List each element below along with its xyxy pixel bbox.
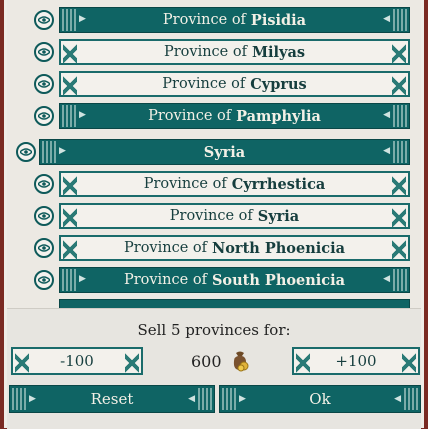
knot-ornament-icon: [392, 74, 406, 96]
eye-icon[interactable]: [34, 106, 54, 126]
province-button[interactable]: Province of Syria: [59, 203, 410, 229]
arrow-right-icon: ▶: [79, 110, 86, 120]
knot-ornament-icon: [12, 388, 26, 410]
knot-ornament-icon: [63, 238, 77, 260]
province-button[interactable]: Province of North Phoenicia: [59, 235, 410, 261]
knot-ornament-icon: [63, 174, 77, 196]
arrow-left-icon: ◀: [188, 394, 195, 404]
province-sale-panel: ▶ Province of Pisidia ◀ Province of Milyas: [4, 0, 424, 429]
province-button[interactable]: Province of Milyas: [59, 39, 410, 65]
eye-icon[interactable]: [34, 174, 54, 194]
arrow-left-icon: ◀: [383, 14, 390, 24]
arrow-right-icon: ▶: [29, 394, 36, 404]
reset-button[interactable]: ▶ Reset ◀: [9, 385, 215, 413]
eye-icon[interactable]: [34, 74, 54, 94]
reset-label: Reset: [90, 390, 134, 408]
list-item: ▶ Syria ◀: [7, 137, 421, 167]
knot-ornament-icon: [62, 105, 76, 127]
arrow-right-icon: ▶: [79, 14, 86, 24]
increase-label: +100: [335, 352, 377, 370]
knot-ornament-icon: [62, 269, 76, 291]
province-button-partial: [59, 299, 410, 308]
eye-icon[interactable]: [16, 142, 36, 162]
province-list[interactable]: ▶ Province of Pisidia ◀ Province of Milyas: [7, 0, 421, 308]
province-prefix: Province of: [162, 12, 246, 28]
eye-icon[interactable]: [34, 10, 54, 30]
province-name: Cyprus: [250, 75, 307, 93]
province-prefix: Province of: [163, 44, 247, 60]
knot-ornament-icon: [198, 388, 212, 410]
province-button[interactable]: ▶ Province of South Phoenicia ◀: [59, 267, 410, 293]
province-prefix: Province of: [162, 76, 246, 92]
arrow-left-icon: ◀: [383, 274, 390, 284]
decrease-label: -100: [60, 352, 94, 370]
province-button[interactable]: Province of Cyrrhestica: [59, 171, 410, 197]
arrow-right-icon: ▶: [59, 146, 66, 156]
province-button[interactable]: ▶ Province of Pisidia ◀: [59, 7, 410, 33]
ok-button[interactable]: ▶ Ok ◀: [219, 385, 421, 413]
list-item: ▶ Province of Pisidia ◀: [7, 5, 421, 35]
arrow-left-icon: ◀: [394, 394, 401, 404]
list-item: Province of North Phoenicia: [7, 233, 421, 263]
eye-icon[interactable]: [34, 238, 54, 258]
province-name: Pisidia: [250, 11, 307, 29]
knot-ornament-icon: [393, 269, 407, 291]
province-name: South Phoenicia: [211, 271, 346, 289]
province-name: Cyrrhestica: [231, 175, 326, 193]
list-item: ▶ Province of Pamphylia ◀: [7, 101, 421, 131]
knot-ornament-icon: [63, 74, 77, 96]
list-item: Province of Syria: [7, 201, 421, 231]
province-prefix: Province of: [124, 240, 207, 256]
list-item: Province of Cyrrhestica: [7, 169, 421, 199]
province-name: Milyas: [251, 43, 306, 61]
knot-ornament-icon: [63, 42, 77, 64]
province-button[interactable]: Province of Cyprus: [59, 71, 410, 97]
sale-price: 600: [191, 349, 252, 373]
province-name: North Phoenicia: [212, 239, 345, 257]
region-name: Syria: [203, 143, 246, 161]
knot-ornament-icon: [296, 351, 310, 373]
arrow-right-icon: ▶: [79, 274, 86, 284]
province-name: Pamphylia: [236, 107, 321, 125]
arrow-left-icon: ◀: [383, 146, 390, 156]
province-prefix: Province of: [169, 208, 253, 224]
eye-icon[interactable]: [34, 42, 54, 62]
sell-controls: Sell 5 provinces for: -100 600 +100 ▶ Re…: [7, 308, 421, 429]
knot-ornament-icon: [393, 105, 407, 127]
list-item: Province of Cyprus: [7, 69, 421, 99]
eye-icon[interactable]: [34, 270, 54, 290]
province-prefix: Province of: [148, 108, 232, 124]
decrease-price-button[interactable]: -100: [11, 347, 143, 375]
sell-label: Sell 5 provinces for:: [137, 321, 291, 339]
knot-ornament-icon: [63, 206, 77, 228]
money-bag-icon: [233, 351, 249, 372]
knot-ornament-icon: [392, 206, 406, 228]
list-item: ▶ Province of South Phoenicia ◀: [7, 265, 421, 295]
knot-ornament-icon: [15, 351, 29, 373]
province-prefix: Province of: [123, 272, 207, 288]
knot-ornament-icon: [392, 174, 406, 196]
knot-ornament-icon: [393, 9, 407, 31]
arrow-left-icon: ◀: [383, 110, 390, 120]
knot-ornament-icon: [42, 141, 56, 163]
knot-ornament-icon: [393, 141, 407, 163]
knot-ornament-icon: [62, 9, 76, 31]
increase-price-button[interactable]: +100: [292, 347, 420, 375]
knot-ornament-icon: [392, 238, 406, 260]
list-item: Province of Milyas: [7, 37, 421, 67]
region-button[interactable]: ▶ Syria ◀: [39, 139, 410, 165]
price-value: 600: [191, 351, 222, 371]
knot-ornament-icon: [402, 351, 416, 373]
province-button[interactable]: ▶ Province of Pamphylia ◀: [59, 103, 410, 129]
knot-ornament-icon: [222, 388, 236, 410]
province-prefix: Province of: [143, 176, 227, 192]
province-name: Syria: [257, 207, 300, 225]
ok-label: Ok: [309, 390, 331, 408]
knot-ornament-icon: [125, 351, 139, 373]
knot-ornament-icon: [404, 388, 418, 410]
knot-ornament-icon: [392, 42, 406, 64]
eye-icon[interactable]: [34, 206, 54, 226]
arrow-right-icon: ▶: [239, 394, 246, 404]
